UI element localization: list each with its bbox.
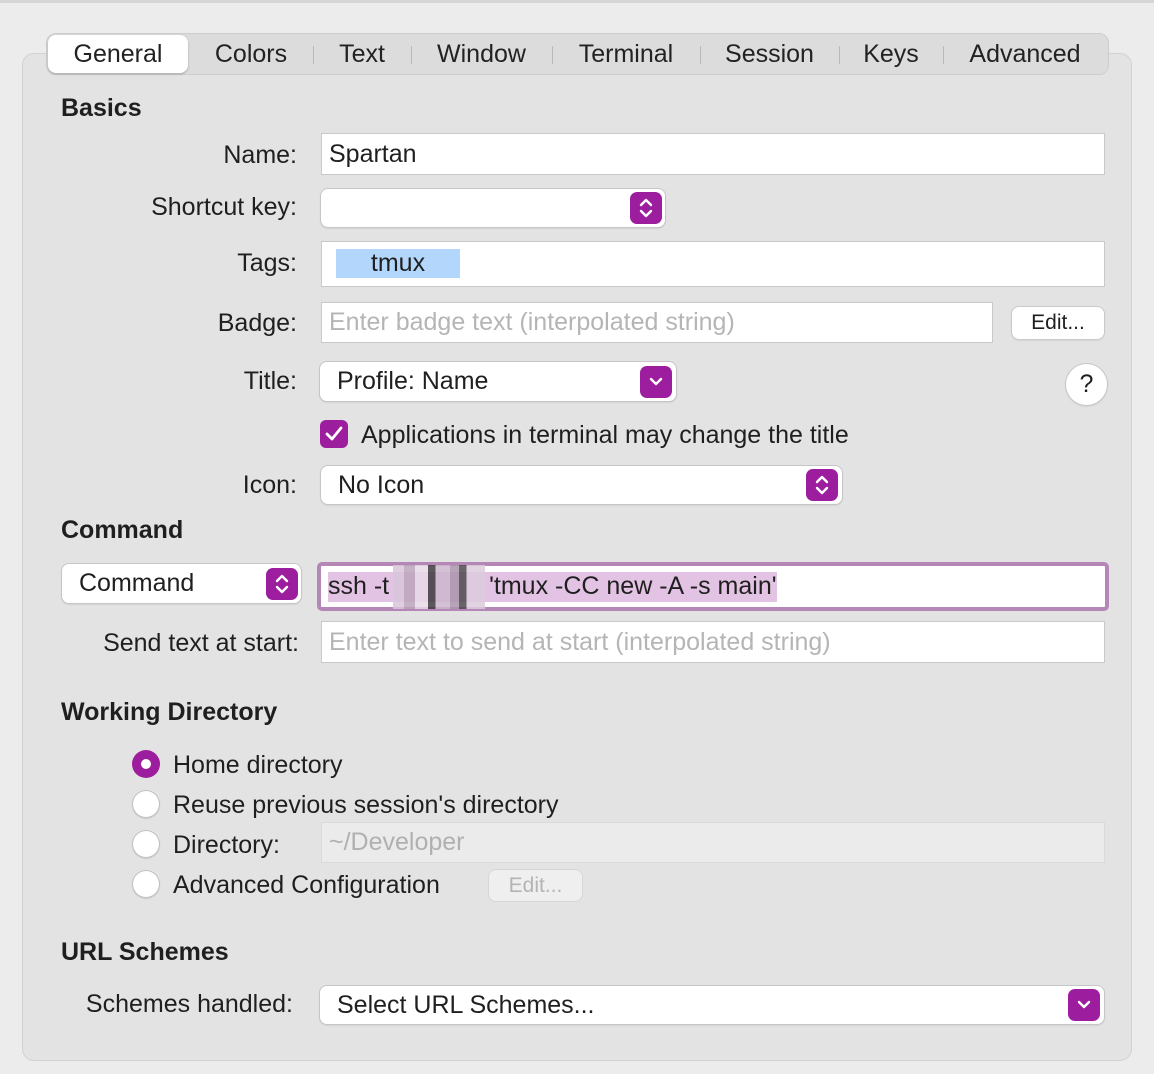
- tab-general[interactable]: General: [48, 35, 188, 73]
- basics-heading: Basics: [61, 94, 142, 122]
- reuse-previous-label: Reuse previous session's directory: [173, 791, 559, 819]
- tags-label: Tags:: [237, 249, 297, 277]
- radio-advanced-configuration[interactable]: [132, 870, 160, 898]
- icon-chevron-updown-icon[interactable]: [806, 469, 838, 501]
- redacted-host: [393, 564, 486, 609]
- command-mode-value: Command: [79, 569, 195, 597]
- shortcut-key-popup[interactable]: [321, 189, 665, 227]
- tab-window[interactable]: Window: [411, 34, 552, 74]
- home-directory-label: Home directory: [173, 751, 343, 779]
- name-field[interactable]: Spartan: [321, 133, 1105, 175]
- radio-home-directory[interactable]: [132, 750, 160, 778]
- command-prefix: ssh -t: [328, 572, 390, 600]
- title-label: Title:: [243, 367, 297, 395]
- schemes-handled-label: Schemes handled:: [85, 990, 293, 1018]
- tag-chip[interactable]: tmux: [336, 249, 460, 278]
- title-chevron-down-icon[interactable]: [640, 366, 672, 398]
- directory-field[interactable]: ~/Developer: [321, 822, 1105, 863]
- badge-label: Badge:: [217, 309, 297, 337]
- title-popup[interactable]: Profile: Name: [320, 362, 676, 401]
- tab-session[interactable]: Session: [700, 34, 839, 74]
- help-button[interactable]: ?: [1066, 364, 1107, 405]
- tab-bar: General Colors Text Window Terminal Sess…: [46, 33, 1109, 75]
- name-label: Name:: [223, 141, 297, 169]
- command-field[interactable]: ssh -t 'tmux -CC new -A -s main': [317, 562, 1109, 611]
- command-selected-text: ssh -t 'tmux -CC new -A -s main': [328, 564, 777, 609]
- url-schemes-chevron-down-icon[interactable]: [1068, 989, 1100, 1021]
- directory-label: Directory:: [173, 831, 280, 859]
- badge-edit-button[interactable]: Edit...: [1012, 307, 1104, 339]
- icon-value: No Icon: [338, 470, 425, 499]
- advanced-configuration-label: Advanced Configuration: [173, 871, 440, 899]
- checkmark-icon: [325, 426, 343, 441]
- tab-terminal[interactable]: Terminal: [552, 34, 700, 74]
- url-schemes-value: Select URL Schemes...: [337, 990, 595, 1019]
- shortcut-key-chevron-updown-icon[interactable]: [630, 192, 662, 224]
- send-text-label: Send text at start:: [103, 629, 299, 657]
- send-text-field[interactable]: Enter text to send at start (interpolate…: [321, 621, 1105, 663]
- apps-change-title-label: Applications in terminal may change the …: [361, 421, 849, 449]
- radio-directory[interactable]: [132, 830, 160, 858]
- icon-popup[interactable]: No Icon: [321, 466, 842, 504]
- url-schemes-heading: URL Schemes: [61, 938, 229, 966]
- advanced-configuration-edit-button[interactable]: Edit...: [489, 870, 582, 901]
- badge-field[interactable]: Enter badge text (interpolated string): [321, 302, 993, 343]
- tab-advanced[interactable]: Advanced: [943, 34, 1107, 74]
- shortcut-key-label: Shortcut key:: [151, 193, 297, 221]
- icon-label: Icon:: [242, 471, 297, 499]
- command-heading: Command: [61, 516, 184, 544]
- window-top-border: [0, 0, 1154, 3]
- radio-reuse-previous[interactable]: [132, 790, 160, 818]
- command-suffix: 'tmux -CC new -A -s main': [489, 572, 777, 600]
- tab-colors[interactable]: Colors: [189, 34, 313, 74]
- url-schemes-popup[interactable]: Select URL Schemes...: [320, 986, 1104, 1024]
- title-value: Profile: Name: [337, 367, 489, 395]
- apps-change-title-checkbox[interactable]: [320, 420, 348, 448]
- tab-text[interactable]: Text: [313, 34, 411, 74]
- tab-keys[interactable]: Keys: [839, 34, 943, 74]
- working-directory-heading: Working Directory: [61, 698, 278, 726]
- command-mode-chevron-updown-icon[interactable]: [266, 568, 298, 600]
